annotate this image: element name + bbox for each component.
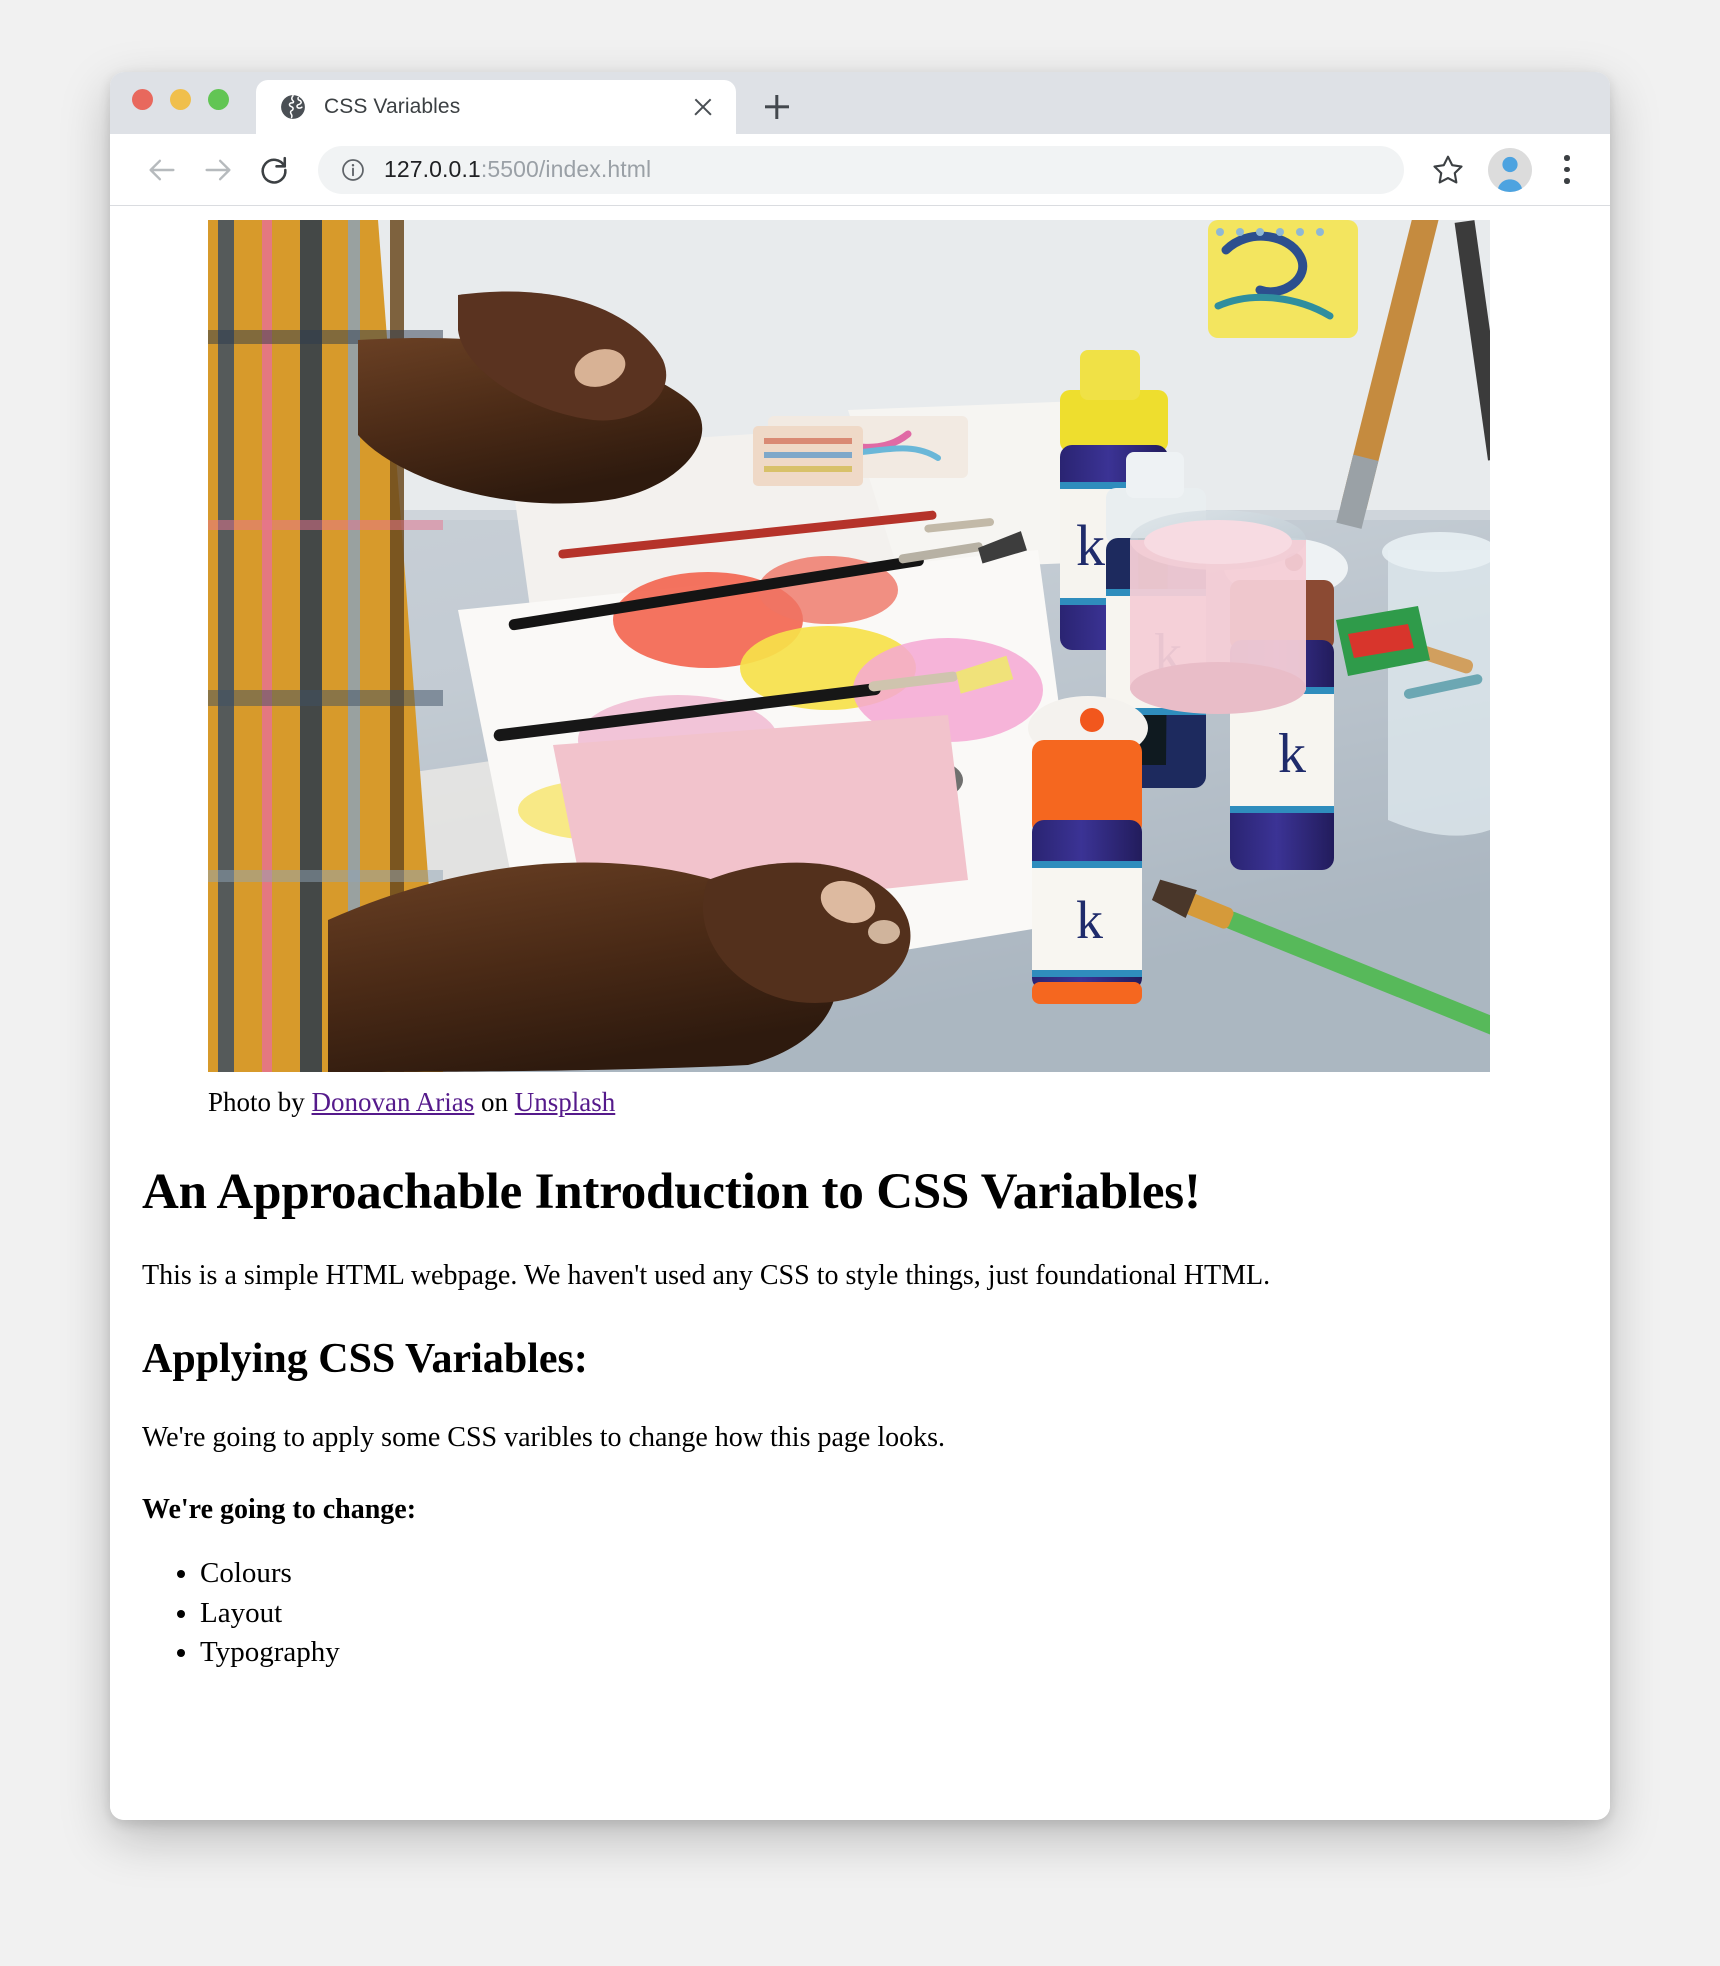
svg-text:k: k (1076, 890, 1103, 950)
photo-caption: Photo by Donovan Arias on Unsplash (208, 1086, 1610, 1120)
intro-paragraph: This is a simple HTML webpage. We haven'… (142, 1260, 1271, 1292)
hero-photo: k k k (208, 220, 1490, 1072)
avatar-icon (1488, 147, 1532, 192)
list-item: Typography (200, 1633, 1590, 1672)
caption-prefix: Photo by (208, 1087, 312, 1117)
page-title: An Approachable Introduction to CSS Vari… (142, 1163, 1201, 1220)
back-button[interactable] (134, 142, 190, 198)
traffic-lights (132, 72, 229, 134)
forward-button[interactable] (190, 142, 246, 198)
reload-button[interactable] (246, 142, 302, 198)
caption-middle: on (474, 1087, 515, 1117)
browser-window: CSS Variables 127.0.0.1:5500/index.html … (110, 72, 1610, 1820)
change-list-label: We're going to change: (142, 1493, 417, 1525)
page-content: An Approachable Introduction to CSS Vari… (130, 1163, 1590, 1673)
browser-toolbar: 127.0.0.1:5500/index.html (110, 134, 1610, 206)
list-item: Layout (200, 1594, 1590, 1633)
close-tab-button[interactable] (690, 94, 716, 120)
arrow-left-icon (149, 159, 175, 180)
menu-dot (1564, 166, 1570, 173)
url-path: :5500/index.html (480, 156, 652, 182)
maximize-window-button[interactable] (208, 88, 229, 110)
tab-strip: CSS Variables (110, 72, 1610, 134)
tab-title: CSS Variables (324, 95, 461, 118)
browser-menu-button[interactable] (1546, 144, 1588, 196)
page-body: k k k Photo by Donovan Arias on Unsplash… (110, 220, 1610, 1673)
info-circle-icon[interactable] (340, 157, 366, 183)
new-tab-button[interactable] (750, 80, 804, 134)
bookmark-button[interactable] (1422, 144, 1474, 196)
reload-icon (261, 156, 287, 184)
list-item: Colours (200, 1554, 1590, 1593)
photo-author-link[interactable]: Donovan Arias (312, 1087, 475, 1117)
section-heading-applying: Applying CSS Variables: (142, 1335, 588, 1382)
page-viewport: k k k Photo by Donovan Arias on Unsplash… (110, 206, 1610, 1820)
close-window-button[interactable] (132, 88, 153, 110)
star-icon (1433, 155, 1463, 183)
minimize-window-button[interactable] (170, 88, 191, 110)
photo-source-link[interactable]: Unsplash (515, 1087, 616, 1117)
url-host: 127.0.0.1 (384, 156, 481, 182)
arrow-right-icon (205, 159, 231, 180)
three-dots-vertical-icon (1564, 155, 1570, 161)
svg-text:k: k (1278, 723, 1306, 785)
globe-icon (280, 94, 306, 120)
url-text: 127.0.0.1:5500/index.html (384, 156, 651, 183)
browser-tab-css-variables[interactable]: CSS Variables (256, 80, 736, 134)
photo-figure: k k k Photo by Donovan Arias on Unsplash (110, 220, 1610, 1120)
address-bar[interactable]: 127.0.0.1:5500/index.html (318, 145, 1404, 194)
profile-avatar[interactable] (1488, 147, 1532, 192)
change-list: Colours Layout Typography (142, 1554, 1590, 1672)
section-paragraph: We're going to apply some CSS varibles t… (142, 1422, 946, 1454)
svg-text:k: k (1076, 513, 1105, 578)
menu-dot (1564, 178, 1570, 184)
